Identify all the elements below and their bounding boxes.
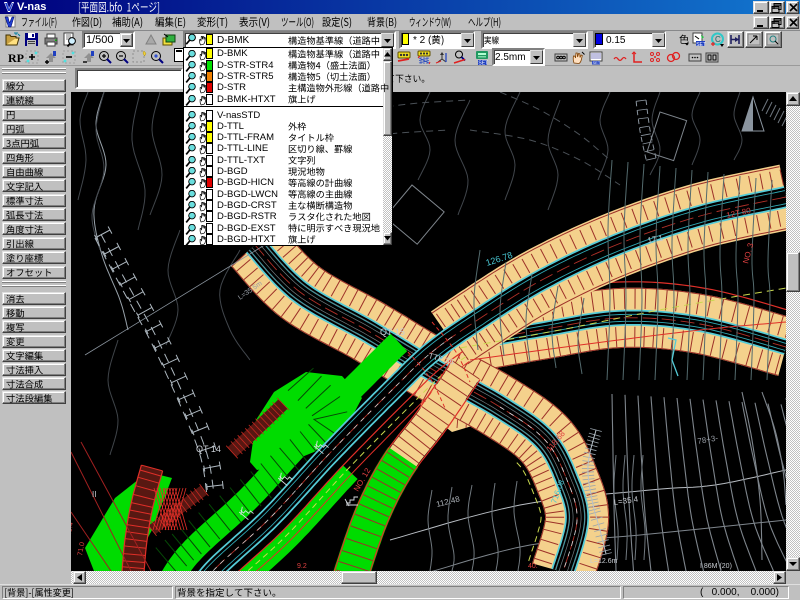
svg-text:SET: SET — [478, 60, 488, 66]
svg-text:L=12.6m: L=12.6m — [590, 558, 618, 565]
svg-text:SET: SET — [696, 42, 706, 48]
svg-text:40.: 40. — [528, 563, 538, 570]
svg-text:C: C — [715, 35, 721, 44]
svg-text:9.2: 9.2 — [297, 563, 307, 570]
svg-text:SET: SET — [593, 60, 601, 65]
svg-text:I 86M (20): I 86M (20) — [700, 563, 732, 570]
svg-text:QT 14: QT 14 — [196, 444, 221, 454]
svg-text:II: II — [92, 490, 96, 499]
svg-text:QT 15: QT 15 — [380, 327, 405, 337]
